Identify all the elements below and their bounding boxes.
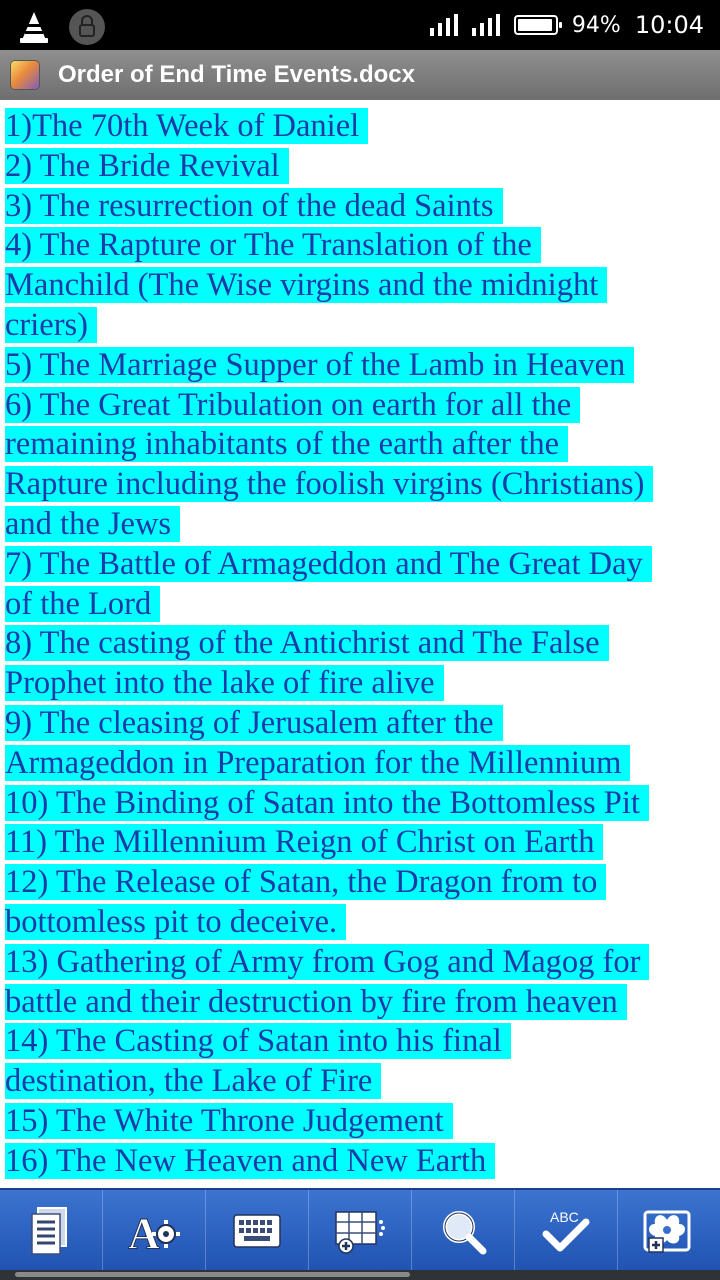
insert-table-button[interactable] xyxy=(309,1190,412,1272)
document-line-text: and the Jews xyxy=(5,505,181,542)
document-line-text: destination, the Lake of Fire xyxy=(5,1063,382,1100)
spellcheck-button[interactable]: ABC xyxy=(515,1190,618,1272)
document-line-text: Manchild (The Wise virgins and the midni… xyxy=(5,267,608,304)
font-settings-icon: A xyxy=(126,1206,182,1256)
clock: 10:04 xyxy=(634,11,704,39)
document-line[interactable]: criers) xyxy=(5,306,720,346)
document-line-text: 8) The casting of the Antichrist and The… xyxy=(5,625,609,662)
magnifier-icon xyxy=(438,1206,488,1256)
document-line[interactable]: 12) The Release of Satan, the Dragon fro… xyxy=(5,863,720,903)
document-line-text: 1)The 70th Week of Daniel xyxy=(5,108,369,144)
document-line[interactable]: 10) The Binding of Satan into the Bottom… xyxy=(5,784,720,824)
document-line[interactable]: of the Lord xyxy=(5,585,720,625)
document-view-button[interactable] xyxy=(0,1190,103,1272)
table-insert-icon xyxy=(332,1208,388,1254)
document-title: Order of End Time Events.docx xyxy=(58,61,415,88)
document-line-text: 2) The Bride Revival xyxy=(5,147,289,184)
bottom-toolbar: A ABC xyxy=(0,1188,720,1272)
document-line-text: 4) The Rapture or The Translation of the xyxy=(5,227,541,264)
signal-icon xyxy=(471,14,500,36)
battery-percent: 94% xyxy=(571,12,621,38)
document-line[interactable]: 9) The cleasing of Jerusalem after the xyxy=(5,704,720,744)
insert-image-button[interactable] xyxy=(618,1190,720,1272)
title-bar: Order of End Time Events.docx xyxy=(0,50,720,100)
battery-icon xyxy=(513,15,562,35)
document-line-text: 15) The White Throne Judgement xyxy=(5,1102,453,1139)
document-line[interactable]: 14) The Casting of Satan into his final xyxy=(5,1022,720,1062)
document-line-text: 12) The Release of Satan, the Dragon fro… xyxy=(5,864,607,901)
document-line[interactable]: 7) The Battle of Armageddon and The Grea… xyxy=(5,545,720,585)
document-line[interactable]: 1)The 70th Week of Daniel xyxy=(5,107,720,147)
document-line-text: Rapture including the foolish virgins (C… xyxy=(5,466,654,503)
document-line-text: Prophet into the lake of fire alive xyxy=(5,665,444,702)
document-line-text: 16) The New Heaven and New Earth xyxy=(5,1142,496,1179)
status-bar: 94% 10:04 xyxy=(0,0,720,50)
document-body[interactable]: 1)The 70th Week of Daniel 2) The Bride Re… xyxy=(5,107,720,1182)
text-format-button[interactable]: A xyxy=(103,1190,206,1272)
document-line[interactable]: Armageddon in Preparation for the Millen… xyxy=(5,744,720,784)
document-line-text: 6) The Great Tribulation on earth for al… xyxy=(5,386,581,423)
document-line-text: 10) The Binding of Satan into the Bottom… xyxy=(5,784,649,821)
document-line[interactable]: Rapture including the foolish virgins (C… xyxy=(5,465,720,505)
document-line-text: 5) The Marriage Supper of the Lamb in He… xyxy=(5,346,635,383)
insert-picture-icon xyxy=(641,1206,697,1256)
document-line[interactable]: 8) The casting of the Antichrist and The… xyxy=(5,624,720,664)
document-line[interactable]: 4) The Rapture or The Translation of the xyxy=(5,226,720,266)
document-line-text: Armageddon in Preparation for the Millen… xyxy=(5,744,631,781)
document-line[interactable]: 16) The New Heaven and New Earth xyxy=(5,1142,720,1182)
document-line-text: 3) The resurrection of the dead Saints xyxy=(5,187,503,224)
document-line[interactable]: 15) The White Throne Judgement xyxy=(5,1102,720,1142)
document-line[interactable]: 6) The Great Tribulation on earth for al… xyxy=(5,386,720,426)
spellcheck-label: ABC xyxy=(550,1209,579,1225)
document-line[interactable]: destination, the Lake of Fire xyxy=(5,1062,720,1102)
document-line[interactable]: Manchild (The Wise virgins and the midni… xyxy=(5,266,720,306)
document-line-text: 14) The Casting of Satan into his final xyxy=(5,1023,511,1060)
document-line-text: 9) The cleasing of Jerusalem after the xyxy=(5,704,503,741)
document-line-text: 13) Gathering of Army from Gog and Magog… xyxy=(5,943,650,980)
document-line-text: battle and their destruction by fire fro… xyxy=(5,983,627,1020)
spellcheck-icon: ABC xyxy=(538,1206,594,1256)
system-nav-bar xyxy=(0,1270,720,1280)
document-line[interactable]: 3) The resurrection of the dead Saints xyxy=(5,187,720,227)
scroll-handle[interactable] xyxy=(15,1272,410,1277)
document-line[interactable]: 13) Gathering of Army from Gog and Magog… xyxy=(5,943,720,983)
document-line[interactable]: 2) The Bride Revival xyxy=(5,147,720,187)
document-app-icon[interactable] xyxy=(10,60,40,90)
document-line-text: 7) The Battle of Armageddon and The Grea… xyxy=(5,545,652,582)
document-line-text: criers) xyxy=(5,306,97,343)
document-line-text: bottomless pit to deceive. xyxy=(5,903,347,940)
signal-icon xyxy=(429,14,458,36)
document-line[interactable]: 5) The Marriage Supper of the Lamb in He… xyxy=(5,346,720,386)
search-button[interactable] xyxy=(412,1190,515,1272)
vlc-icon xyxy=(18,10,50,49)
document-line-text: of the Lord xyxy=(5,585,161,622)
document-line[interactable]: bottomless pit to deceive. xyxy=(5,903,720,943)
document-line-text: 11) The Millennium Reign of Christ on Ea… xyxy=(5,824,604,861)
document-icon xyxy=(28,1206,74,1256)
keyboard-icon xyxy=(232,1211,282,1251)
document-line[interactable]: battle and their destruction by fire fro… xyxy=(5,983,720,1023)
document-line[interactable]: 11) The Millennium Reign of Christ on Ea… xyxy=(5,823,720,863)
document-line[interactable]: remaining inhabitants of the earth after… xyxy=(5,425,720,465)
document-line[interactable]: and the Jews xyxy=(5,505,720,545)
document-line-text: remaining inhabitants of the earth after… xyxy=(5,426,569,463)
keyboard-button[interactable] xyxy=(206,1190,309,1272)
document-line[interactable]: Prophet into the lake of fire alive xyxy=(5,664,720,704)
lock-icon xyxy=(68,8,106,51)
